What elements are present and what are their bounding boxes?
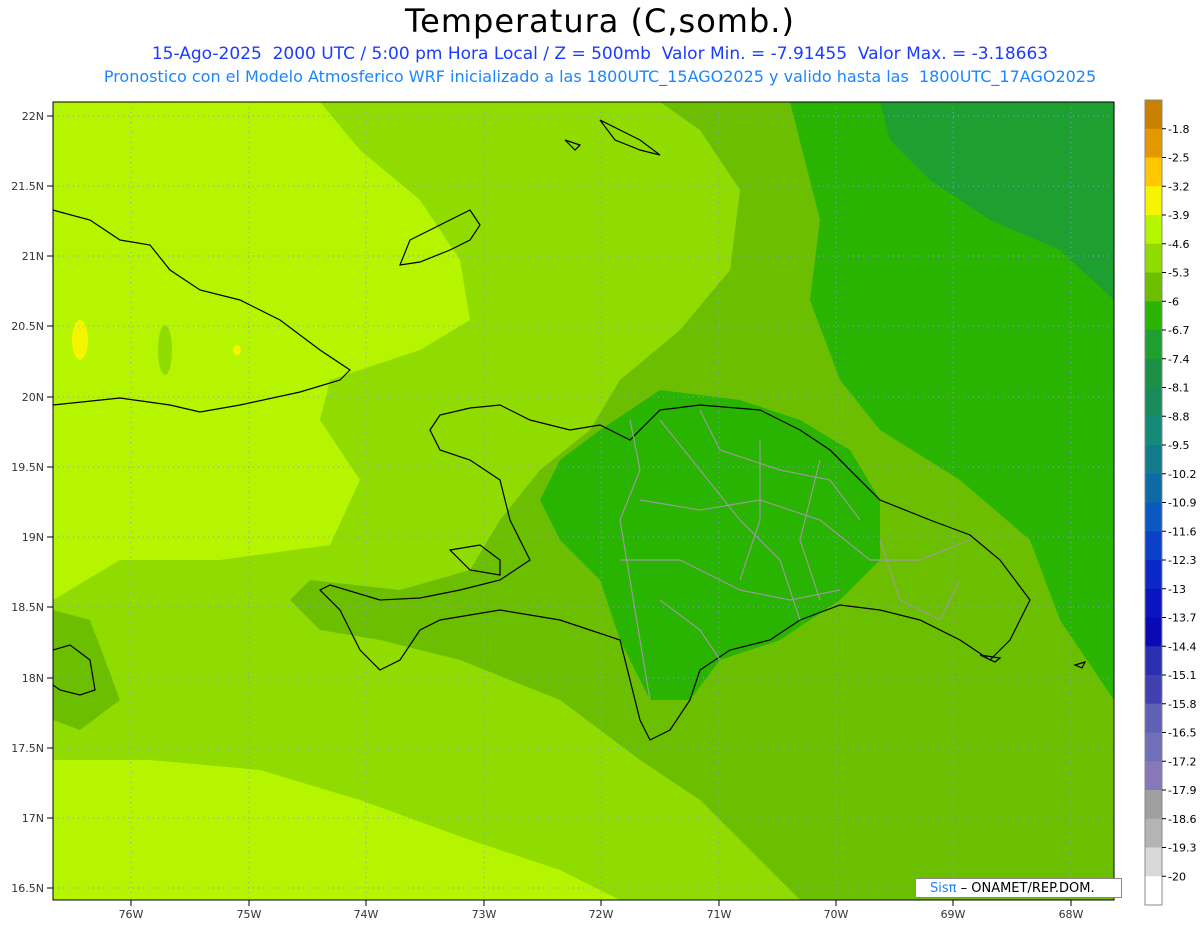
colorbar-swatch [1145, 301, 1162, 331]
colorbar-label: -19.3 [1168, 842, 1196, 855]
colorbar-swatch [1145, 473, 1162, 503]
colorbar-swatch [1145, 387, 1162, 417]
colorbar-swatch [1145, 502, 1162, 532]
lat-labels: 22N 21.5N 21N 20.5N 20N 19.5N 19N 18.5N … [11, 110, 44, 895]
colorbar-swatch [1145, 818, 1162, 848]
lat-label: 18.5N [11, 601, 44, 614]
lat-label: 20.5N [11, 320, 44, 333]
colorbar-swatch [1145, 531, 1162, 561]
colorbar-label: -4.6 [1168, 238, 1189, 251]
colorbar-label: -11.6 [1168, 525, 1196, 538]
temp-cell-warm [72, 320, 88, 360]
colorbar-swatch [1145, 761, 1162, 791]
colorbar-label: -14.4 [1168, 640, 1196, 653]
temp-cell [937, 315, 973, 365]
colorbar-swatch [1145, 876, 1162, 906]
colorbar-swatch [1145, 416, 1162, 446]
colorbar-swatch [1145, 617, 1162, 647]
colorbar-swatch [1145, 272, 1162, 302]
colorbar-label: -18.6 [1168, 813, 1196, 826]
colorbar: -1.8 -2.5 -3.2 -3.9 -4.6 -5.3 -6 -6.7 -7.4 -8.1 -8… [1144, 99, 1196, 906]
lat-label: 21N [22, 250, 44, 263]
colorbar-label: -20 [1168, 870, 1186, 883]
lat-label: 18N [22, 672, 44, 685]
lon-label: 72W [589, 908, 614, 921]
colorbar-label: -17.2 [1168, 755, 1196, 768]
colorbar-swatch [1145, 445, 1162, 475]
colorbar-swatch [1145, 790, 1162, 820]
lon-label: 70W [824, 908, 849, 921]
colorbar-label: -12.3 [1168, 554, 1196, 567]
colorbar-swatch [1145, 847, 1162, 877]
colorbar-label: -3.9 [1168, 209, 1189, 222]
temp-cell [158, 325, 172, 375]
colorbar-swatch [1145, 560, 1162, 590]
colorbar-label: -17.9 [1168, 784, 1196, 797]
colorbar-label: -15.1 [1168, 669, 1196, 682]
lat-label: 19.5N [11, 461, 44, 474]
temp-cell-warm [233, 345, 241, 355]
colorbar-label: -3.2 [1168, 180, 1189, 193]
colorbar-swatch [1145, 243, 1162, 273]
colorbar-swatch [1145, 646, 1162, 676]
colorbar-swatch [1145, 703, 1162, 733]
colorbar-swatch [1145, 128, 1162, 158]
colorbar-label: -2.5 [1168, 152, 1189, 165]
colorbar-label: -5.3 [1168, 267, 1189, 280]
lon-label: 74W [354, 908, 379, 921]
colorbar-label: -1.8 [1168, 123, 1189, 136]
colorbar-swatch [1145, 732, 1162, 762]
lat-label: 21.5N [11, 180, 44, 193]
lat-label: 19N [22, 531, 44, 544]
lon-label: 75W [237, 908, 262, 921]
colorbar-swatch [1145, 330, 1162, 360]
lat-label: 17N [22, 812, 44, 825]
colorbar-label: -13 [1168, 583, 1186, 596]
colorbar-label: -7.4 [1168, 353, 1189, 366]
sispi-logo: Sisπ [930, 881, 957, 896]
colorbar-swatch [1145, 215, 1162, 245]
colorbar-swatch [1145, 100, 1162, 130]
colorbar-swatch [1145, 675, 1162, 705]
colorbar-label: -15.8 [1168, 698, 1196, 711]
map-field [53, 102, 1114, 900]
colorbar-label: -16.5 [1168, 727, 1196, 740]
colorbar-swatch [1145, 157, 1162, 187]
lon-label: 71W [707, 908, 732, 921]
lat-label: 16.5N [11, 882, 44, 895]
colorbar-label: -10.2 [1168, 468, 1196, 481]
lon-label: 76W [119, 908, 144, 921]
lat-label: 20N [22, 391, 44, 404]
colorbar-label: -8.1 [1168, 382, 1189, 395]
temperature-map: 22N 21.5N 21N 20.5N 20N 19.5N 19N 18.5N … [11, 99, 1196, 921]
colorbar-swatch [1145, 358, 1162, 388]
lon-labels: 76W 75W 74W 73W 72W 71W 70W 69W 68W [119, 908, 1084, 921]
lon-label: 68W [1059, 908, 1084, 921]
colorbar-label: -6.7 [1168, 324, 1189, 337]
colorbar-label: -13.7 [1168, 612, 1196, 625]
lat-label: 22N [22, 110, 44, 123]
colorbar-label: -10.9 [1168, 497, 1196, 510]
credit-box: Sisπ – ONAMET/REP.DOM. [915, 878, 1122, 898]
colorbar-label: -6 [1168, 295, 1179, 308]
colorbar-swatch [1145, 186, 1162, 216]
lon-label: 73W [472, 908, 497, 921]
lon-label: 69W [941, 908, 966, 921]
credit-text: – ONAMET/REP.DOM. [956, 881, 1095, 896]
colorbar-label: -8.8 [1168, 410, 1189, 423]
colorbar-label: -9.5 [1168, 439, 1189, 452]
colorbar-swatch [1145, 588, 1162, 618]
lat-label: 17.5N [11, 742, 44, 755]
